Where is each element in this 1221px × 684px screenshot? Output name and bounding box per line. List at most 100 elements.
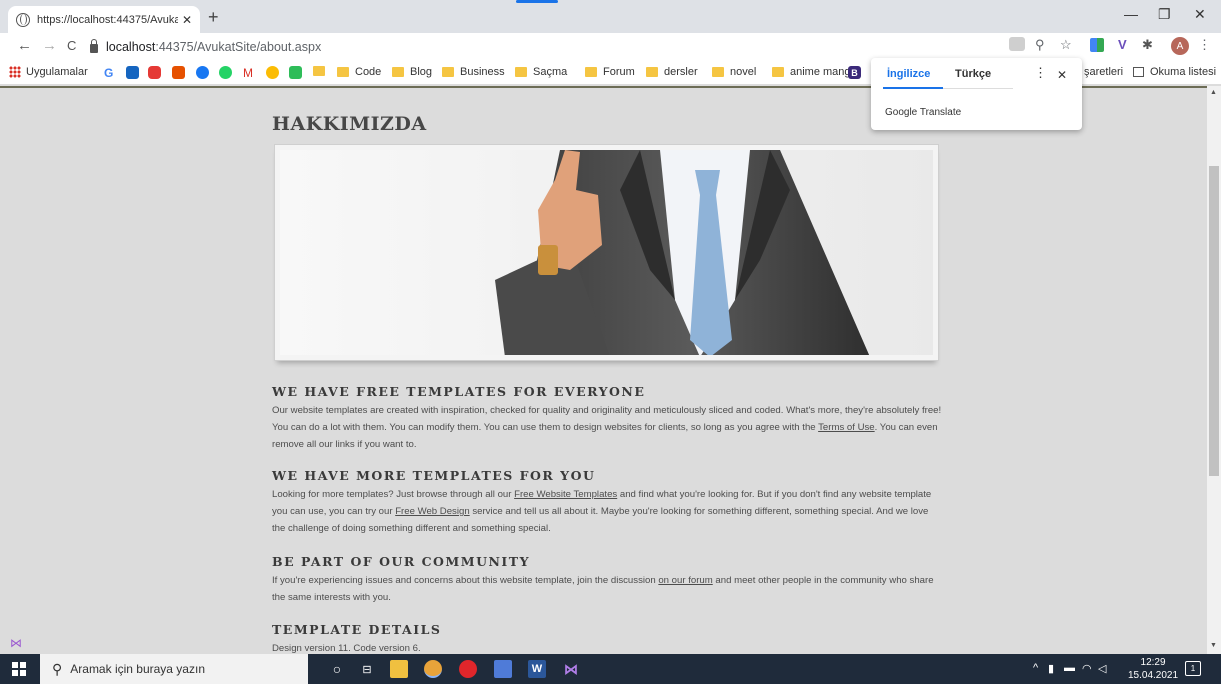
clock-date: 15.04.2021 xyxy=(1128,670,1179,681)
folder-icon xyxy=(442,67,454,77)
section-text: Our website templates are created with i… xyxy=(272,402,942,453)
free-website-templates-link[interactable]: Free Website Templates xyxy=(514,489,617,500)
profile-avatar[interactable]: A xyxy=(1171,37,1189,55)
extension-icon[interactable] xyxy=(1090,38,1104,52)
google-icon[interactable]: G xyxy=(104,66,117,80)
task-view-icon[interactable]: ⊟ xyxy=(358,660,376,678)
new-tab-button[interactable]: + xyxy=(208,8,219,26)
forward-button[interactable]: → xyxy=(42,38,57,54)
minimize-button[interactable]: — xyxy=(1124,6,1138,22)
extensions-puzzle-icon[interactable]: ✱ xyxy=(1142,37,1153,53)
bookmark-label: Uygulamalar xyxy=(26,66,88,78)
bookmark-star-icon[interactable]: ☆ xyxy=(1060,37,1072,53)
url-field[interactable]: localhost:44375/AvukatSite/about.aspx xyxy=(90,36,1090,58)
bookmark-folder-blog[interactable]: Blog xyxy=(392,66,432,78)
zoom-icon[interactable]: ⚲ xyxy=(1035,37,1045,53)
chrome-icon[interactable] xyxy=(424,660,442,678)
section-community: BE PART OF OUR COMMUNITY If you're exper… xyxy=(272,554,942,606)
visual-studio-icon[interactable]: ⋈ xyxy=(562,660,580,678)
scroll-down-arrow-icon[interactable]: ▼ xyxy=(1210,642,1217,649)
free-web-design-link[interactable]: Free Web Design xyxy=(395,506,469,517)
photos-app-icon[interactable] xyxy=(494,660,512,678)
folder-icon xyxy=(392,67,404,77)
web-page: HAKKIMIZDA WE HAVE FREE TEMPLATES FOR EV… xyxy=(0,86,1207,654)
folder-icon xyxy=(712,67,724,77)
apps-grid-icon xyxy=(9,66,21,78)
section-text: Design version 11. Code version 6. xyxy=(272,643,421,654)
section-text: If you're experiencing issues and concer… xyxy=(272,572,942,606)
back-button[interactable]: ← xyxy=(17,38,32,54)
section-template-details: TEMPLATE DETAILS Design version 11. Code… xyxy=(272,622,942,654)
terms-of-use-link[interactable]: Terms of Use xyxy=(818,422,875,433)
bookmark-image-icon[interactable] xyxy=(172,66,185,79)
bookmark-folder-code[interactable]: Code xyxy=(337,66,381,78)
page-title: HAKKIMIZDA xyxy=(272,113,427,135)
browser-tab[interactable]: https://localhost:44375/AvukatSi ✕ xyxy=(8,6,200,33)
section-title: BE PART OF OUR COMMUNITY xyxy=(272,554,531,569)
bookmark-folder-sacma[interactable]: Saçma xyxy=(515,66,567,78)
bookmark-folder-forum[interactable]: Forum xyxy=(585,66,635,78)
forum-link[interactable]: on our forum xyxy=(658,575,712,586)
folder-icon xyxy=(772,67,784,77)
cortana-icon[interactable]: ○ xyxy=(328,660,346,678)
tab-title: https://localhost:44375/AvukatSi xyxy=(37,13,178,26)
search-placeholder: Aramak için buraya yazın xyxy=(70,662,205,676)
folder-icon xyxy=(515,67,527,77)
translate-close-button[interactable]: ✕ xyxy=(1057,68,1067,82)
vivaldi-extension-icon[interactable]: V xyxy=(1118,37,1127,52)
reload-button[interactable]: C xyxy=(67,38,76,54)
translate-menu-icon[interactable]: ⋮ xyxy=(1034,65,1047,81)
tray-overflow-icon[interactable]: ^ xyxy=(1033,662,1038,674)
bookmark-folder-blank[interactable] xyxy=(313,66,331,76)
bookmark-other-partial[interactable]: şaretleri xyxy=(1084,66,1123,78)
bookmark-apps[interactable]: Uygulamalar xyxy=(9,66,88,78)
taskbar-clock[interactable]: 12:29 15.04.2021 xyxy=(1128,656,1178,682)
taskbar-search-field[interactable]: ⚲ Aramak için buraya yazın xyxy=(40,654,308,684)
menu-icon[interactable]: ⋮ xyxy=(1198,37,1211,53)
bookmark-folder-dersler[interactable]: dersler xyxy=(646,66,698,78)
gmail-icon[interactable]: M xyxy=(243,66,256,80)
visual-studio-badge-icon[interactable]: ⋈ xyxy=(10,636,24,650)
lock-icon xyxy=(90,39,98,53)
clock-time: 12:29 xyxy=(1140,657,1166,668)
tray-pin-icon[interactable]: ▮ xyxy=(1048,662,1054,675)
translate-brand: Google Translate xyxy=(885,107,962,118)
bookmark-label: Okuma listesi xyxy=(1150,66,1217,78)
bookmark-pinwheel-icon[interactable] xyxy=(266,66,279,79)
translate-source-tab[interactable]: İngilizce xyxy=(887,68,930,80)
section-title: WE HAVE MORE TEMPLATES FOR YOU xyxy=(272,468,596,483)
bookmark-green-icon[interactable] xyxy=(289,66,302,79)
translate-icon[interactable] xyxy=(1009,37,1025,51)
bootstrap-icon[interactable]: B xyxy=(848,66,861,79)
section-text-part: Looking for more templates? Just browse … xyxy=(272,489,515,500)
globe-icon xyxy=(16,12,30,27)
page-scrollbar[interactable]: ▲ ▼ xyxy=(1207,86,1221,654)
youtube-icon[interactable] xyxy=(148,66,161,79)
bookmark-extension-icon[interactable] xyxy=(126,66,139,79)
opera-icon[interactable] xyxy=(459,660,477,678)
windows-taskbar: ⚲ Aramak için buraya yazın ○ ⊟ W ⋈ ^ ▮ ▬… xyxy=(0,654,1221,684)
bookmark-label: Forum xyxy=(603,66,635,78)
scroll-up-arrow-icon[interactable]: ▲ xyxy=(1210,89,1217,96)
battery-icon[interactable]: ▬ xyxy=(1064,662,1075,674)
wifi-icon[interactable]: ◠ xyxy=(1082,662,1092,675)
folder-icon xyxy=(313,66,325,76)
translate-target-tab[interactable]: Türkçe xyxy=(955,68,991,80)
windows-start-icon[interactable] xyxy=(12,662,26,676)
bookmark-folder-novel[interactable]: novel xyxy=(712,66,756,78)
notification-center-icon[interactable]: 1 xyxy=(1185,661,1201,676)
volume-icon[interactable]: ◁ xyxy=(1098,662,1106,675)
window-close-button[interactable]: ✕ xyxy=(1194,6,1206,23)
hero-image xyxy=(280,150,933,355)
whatsapp-icon[interactable] xyxy=(219,66,232,79)
file-explorer-icon[interactable] xyxy=(390,660,408,678)
facebook-icon[interactable] xyxy=(196,66,209,79)
scroll-thumb[interactable] xyxy=(1209,166,1219,476)
restore-button[interactable]: ❐ xyxy=(1158,6,1171,23)
reading-list-button[interactable]: Okuma listesi xyxy=(1133,66,1216,78)
bookmark-folder-anime-manga[interactable]: anime manga xyxy=(772,66,857,78)
tab-close-button[interactable]: ✕ xyxy=(182,13,192,27)
bookmark-label: Business xyxy=(460,66,505,78)
bookmark-folder-business[interactable]: Business xyxy=(442,66,505,78)
word-icon[interactable]: W xyxy=(528,660,546,678)
